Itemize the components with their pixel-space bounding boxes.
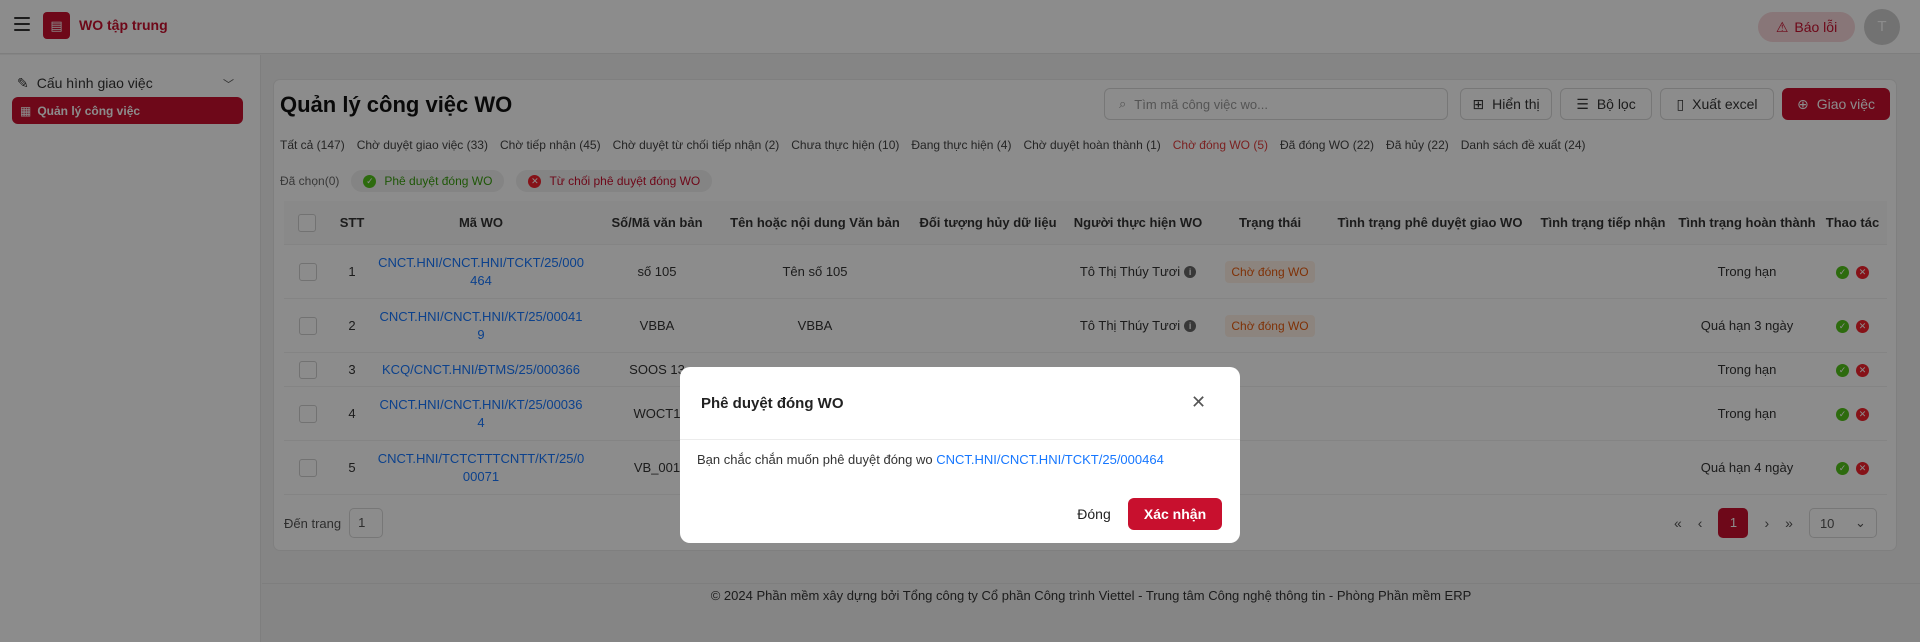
dialog-close-button[interactable]: Đóng (1065, 498, 1123, 530)
dialog-message-text: Bạn chắc chắn muốn phê duyệt đóng wo (697, 452, 933, 467)
dialog-title: Phê duyệt đóng WO (701, 395, 844, 412)
modal-overlay[interactable] (0, 0, 1920, 642)
dialog-wo-code[interactable]: CNCT.HNI/CNCT.HNI/TCKT/25/000464 (936, 452, 1164, 467)
approve-close-dialog: Phê duyệt đóng WO ✕ Bạn chắc chắn muốn p… (680, 367, 1240, 543)
dialog-divider (680, 439, 1240, 440)
close-icon[interactable]: ✕ (1191, 392, 1206, 413)
dialog-message: Bạn chắc chắn muốn phê duyệt đóng wo CNC… (697, 452, 1164, 467)
dialog-confirm-button[interactable]: Xác nhận (1128, 498, 1222, 530)
